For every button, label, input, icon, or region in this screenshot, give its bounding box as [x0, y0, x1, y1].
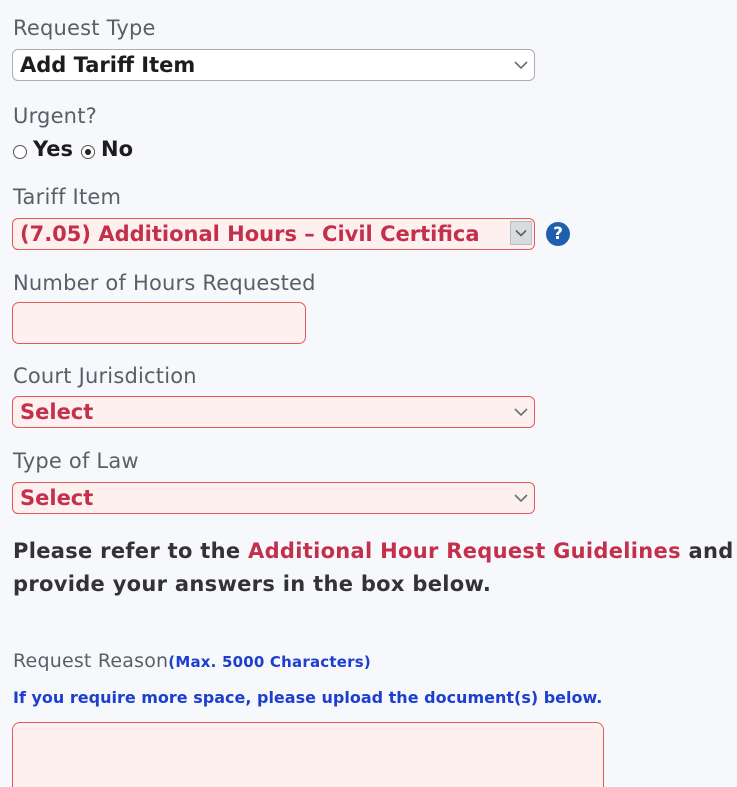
chevron-down-icon — [515, 229, 527, 237]
tariff-item-select[interactable]: (7.05) Additional Hours – Civil Certific… — [12, 218, 535, 250]
urgent-label: Urgent? — [13, 104, 97, 128]
instructions-prefix: Please refer to the — [13, 539, 249, 563]
tariff-item-label: Tariff Item — [13, 185, 122, 209]
radio-selected-dot — [85, 149, 92, 155]
urgent-radio-group: Yes No — [13, 137, 133, 161]
type-of-law-label: Type of Law — [13, 449, 139, 473]
court-jurisdiction-select[interactable]: Select — [12, 396, 535, 428]
request-type-select[interactable]: Add Tariff Item — [12, 49, 535, 81]
request-type-value: Add Tariff Item — [20, 53, 196, 77]
court-jurisdiction-label: Court Jurisdiction — [13, 364, 197, 388]
urgent-yes-label[interactable]: Yes — [33, 137, 73, 161]
hours-label: Number of Hours Requested — [13, 271, 316, 295]
request-reason-textarea[interactable] — [12, 722, 604, 787]
chevron-down-icon — [514, 494, 528, 503]
urgent-no-label[interactable]: No — [101, 137, 133, 161]
urgent-no-radio[interactable] — [81, 145, 96, 159]
tariff-item-value: (7.05) Additional Hours – Civil Certific… — [20, 222, 480, 246]
request-reason-label-row: Request Reason(Max. 5000 Characters) — [13, 650, 371, 672]
request-form: Request Type Add Tariff Item Urgent? Yes… — [0, 0, 737, 787]
max-characters-note: (Max. 5000 Characters) — [168, 653, 371, 671]
instructions-text: Please refer to the Additional Hour Requ… — [13, 535, 737, 601]
court-jurisdiction-value: Select — [20, 400, 94, 424]
chevron-down-icon — [514, 61, 528, 70]
request-reason-label: Request Reason — [13, 650, 169, 672]
type-of-law-select[interactable]: Select — [12, 482, 535, 514]
instructions-suffix: and — [680, 539, 734, 563]
help-icon[interactable]: ? — [546, 222, 570, 246]
instructions-line2: provide your answers in the box below. — [13, 572, 492, 596]
chevron-down-icon — [514, 408, 528, 417]
hours-input[interactable] — [12, 302, 306, 344]
urgent-yes-radio[interactable] — [13, 145, 27, 159]
request-type-label: Request Type — [13, 16, 156, 40]
dropdown-button[interactable] — [510, 221, 532, 245]
upload-hint: If you require more space, please upload… — [13, 688, 603, 707]
type-of-law-value: Select — [20, 486, 94, 510]
guidelines-link[interactable]: Additional Hour Request Guidelines — [248, 539, 681, 563]
